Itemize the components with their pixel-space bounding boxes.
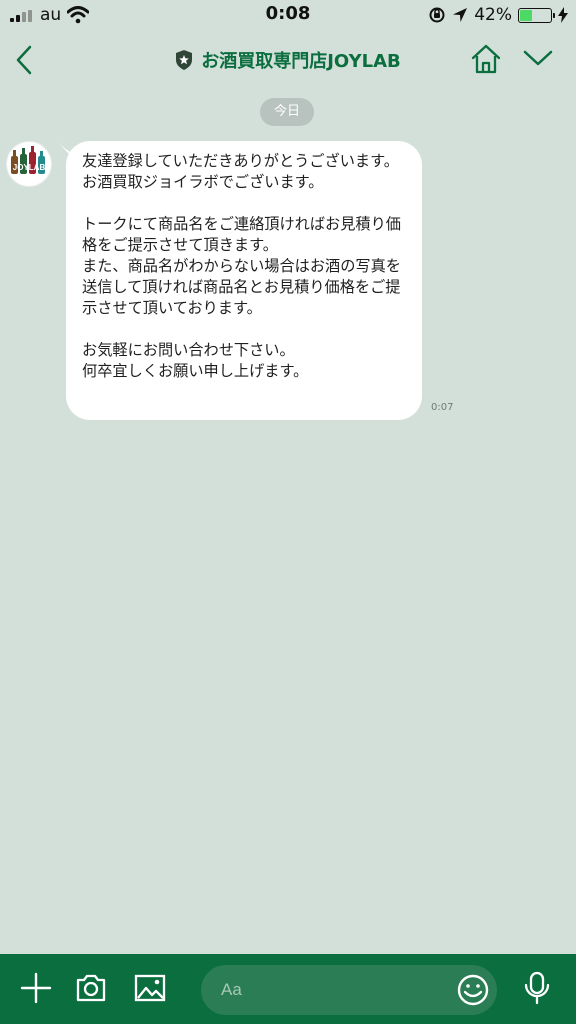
avatar[interactable]: JOYLAB xyxy=(6,141,52,187)
date-badge: 今日 xyxy=(260,98,314,126)
message-time: 0:07 xyxy=(431,402,454,413)
emoji-icon[interactable] xyxy=(455,972,491,1008)
chat-title-text: お酒買取専門店JOYLAB xyxy=(201,51,401,72)
charging-icon xyxy=(558,7,568,23)
status-right: 42% xyxy=(428,4,568,26)
message-input[interactable] xyxy=(201,965,497,1015)
camera-icon[interactable] xyxy=(73,970,109,1006)
orientation-lock-icon xyxy=(429,7,445,23)
chat-header: お酒買取専門店JOYLAB xyxy=(0,32,576,88)
image-icon[interactable] xyxy=(132,970,168,1006)
status-bar: au 0:08 42% xyxy=(0,0,576,32)
location-icon xyxy=(453,8,468,22)
mic-icon[interactable] xyxy=(520,970,554,1006)
chevron-down-icon[interactable] xyxy=(522,46,554,70)
battery-icon xyxy=(518,7,555,23)
battery-level xyxy=(520,9,532,21)
avatar-logo-text: JOYLAB xyxy=(13,163,46,172)
shield-star-icon xyxy=(176,50,193,70)
message-bubble[interactable]: 友達登録していただきありがとうございます。 お酒買取ジョイラボでございます。 ト… xyxy=(66,141,422,420)
home-icon[interactable] xyxy=(470,42,502,76)
plus-icon[interactable] xyxy=(18,970,54,1006)
joylab-logo: JOYLAB xyxy=(11,146,46,174)
battery-percent: 42% xyxy=(474,5,512,25)
